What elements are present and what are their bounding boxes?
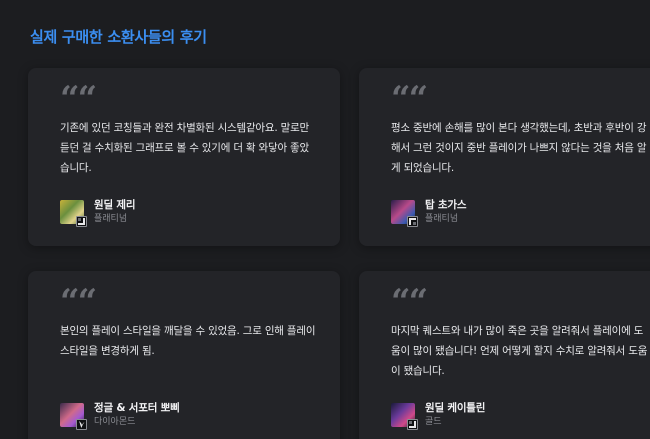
quote-icon: ““ <box>391 282 428 322</box>
review-card: ““ 본인의 플레이 스타일을 깨달을 수 있었음. 그로 인해 플레이 스타일… <box>28 271 340 439</box>
reviews-section: 실제 구매한 소환사들의 후기 ““ 기존에 있던 코칭들과 완전 차별화된 시… <box>0 0 650 439</box>
review-text: 기존에 있던 코칭들과 완전 차별화된 시스템같아요. 말로만 듣던 걸 수치화… <box>60 122 310 174</box>
top-lane-icon <box>407 216 418 227</box>
bottom-lane-icon <box>407 419 418 430</box>
quote-icon: ““ <box>60 282 97 322</box>
review-text: 평소 중반에 손해를 많이 본다 생각했는데, 초반과 후반이 강해서 그런 것… <box>391 122 647 174</box>
avatar <box>60 403 87 430</box>
author-tier: 플래티넘 <box>425 214 459 224</box>
jungle-lane-icon <box>76 419 87 430</box>
section-title: 실제 구매한 소환사들의 후기 <box>30 28 207 46</box>
review-card: ““ 평소 중반에 손해를 많이 본다 생각했는데, 초반과 후반이 강해서 그… <box>359 68 650 246</box>
quote-icon: ““ <box>391 79 428 119</box>
review-card: ““ 기존에 있던 코칭들과 완전 차별화된 시스템같아요. 말로만 듣던 걸 … <box>28 68 340 246</box>
avatar <box>60 200 87 227</box>
author-tier: 골드 <box>425 417 442 427</box>
review-author: 원딜 제리 플래티넘 <box>60 198 136 227</box>
author-tier: 다이아몬드 <box>94 417 136 427</box>
author-name: 탑 초가스 <box>425 199 467 211</box>
review-author: 정글 & 서포터 뽀삐 다이아몬드 <box>60 401 180 430</box>
avatar <box>391 403 418 430</box>
review-card: ““ 마지막 퀘스트와 내가 많이 죽은 곳을 알려줘서 플레이에 도움이 많이… <box>359 271 650 439</box>
review-text: 마지막 퀘스트와 내가 많이 죽은 곳을 알려줘서 플레이에 도움이 많이 됐습… <box>391 325 648 377</box>
review-author: 탑 초가스 플래티넘 <box>391 198 467 227</box>
author-name: 원딜 케이틀린 <box>425 402 486 414</box>
author-name: 원딜 제리 <box>94 199 136 211</box>
review-author: 원딜 케이틀린 골드 <box>391 401 486 430</box>
bottom-lane-icon <box>76 216 87 227</box>
review-text: 본인의 플레이 스타일을 깨달을 수 있었음. 그로 인해 플레이 스타일을 변… <box>60 325 316 357</box>
avatar <box>391 200 418 227</box>
quote-icon: ““ <box>60 79 97 119</box>
author-name: 정글 & 서포터 뽀삐 <box>94 402 180 414</box>
author-tier: 플래티넘 <box>94 214 128 224</box>
